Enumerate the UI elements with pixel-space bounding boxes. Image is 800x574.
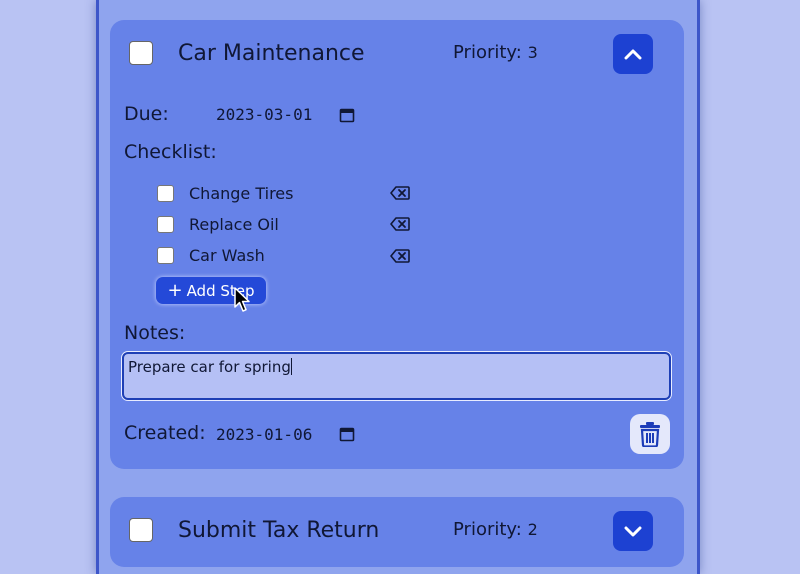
step-checkbox[interactable] bbox=[157, 185, 174, 202]
priority-value: 2 bbox=[527, 520, 538, 539]
step-checkbox[interactable] bbox=[157, 216, 174, 233]
task-priority: Priority: 2 bbox=[453, 519, 538, 540]
task-complete-checkbox[interactable] bbox=[129, 41, 153, 65]
priority-label: Priority: bbox=[453, 42, 522, 63]
notes-label: Notes: bbox=[124, 322, 186, 344]
backspace-icon[interactable] bbox=[390, 249, 410, 263]
notes-input[interactable]: Prepare car for spring bbox=[122, 352, 671, 400]
expand-button[interactable] bbox=[613, 511, 653, 551]
due-date-input[interactable]: 2023-03-01 bbox=[216, 105, 312, 124]
calendar-icon[interactable] bbox=[339, 107, 355, 123]
step-label: Car Wash bbox=[189, 246, 265, 265]
task-list-column: Car Maintenance Priority: 3 Due: 2023-03… bbox=[96, 0, 700, 574]
trash-icon bbox=[640, 422, 660, 447]
delete-task-button[interactable] bbox=[630, 414, 670, 454]
backspace-icon[interactable] bbox=[390, 217, 410, 231]
priority-value: 3 bbox=[527, 43, 538, 62]
chevron-down-icon bbox=[624, 526, 642, 537]
task-card: Car Maintenance Priority: 3 Due: 2023-03… bbox=[110, 20, 684, 469]
checklist-label: Checklist: bbox=[124, 141, 217, 163]
task-priority: Priority: 3 bbox=[453, 42, 538, 63]
collapse-button[interactable] bbox=[613, 34, 653, 74]
task-card: Submit Tax Return Priority: 2 bbox=[110, 497, 684, 567]
priority-label: Priority: bbox=[453, 519, 522, 540]
task-title: Submit Tax Return bbox=[178, 518, 380, 543]
step-label: Replace Oil bbox=[189, 215, 279, 234]
plus-icon: + bbox=[167, 279, 183, 301]
text-caret bbox=[290, 358, 292, 375]
task-complete-checkbox[interactable] bbox=[129, 518, 153, 542]
mouse-pointer-icon bbox=[234, 287, 250, 312]
step-checkbox[interactable] bbox=[157, 247, 174, 264]
step-label: Change Tires bbox=[189, 184, 294, 203]
due-label: Due: bbox=[124, 103, 169, 125]
created-label: Created: bbox=[124, 422, 206, 444]
calendar-icon[interactable] bbox=[339, 426, 355, 442]
backspace-icon[interactable] bbox=[390, 186, 410, 200]
chevron-up-icon bbox=[624, 49, 642, 60]
notes-text: Prepare car for spring bbox=[128, 358, 291, 376]
task-title: Car Maintenance bbox=[178, 41, 365, 66]
created-date-input[interactable]: 2023-01-06 bbox=[216, 425, 312, 444]
